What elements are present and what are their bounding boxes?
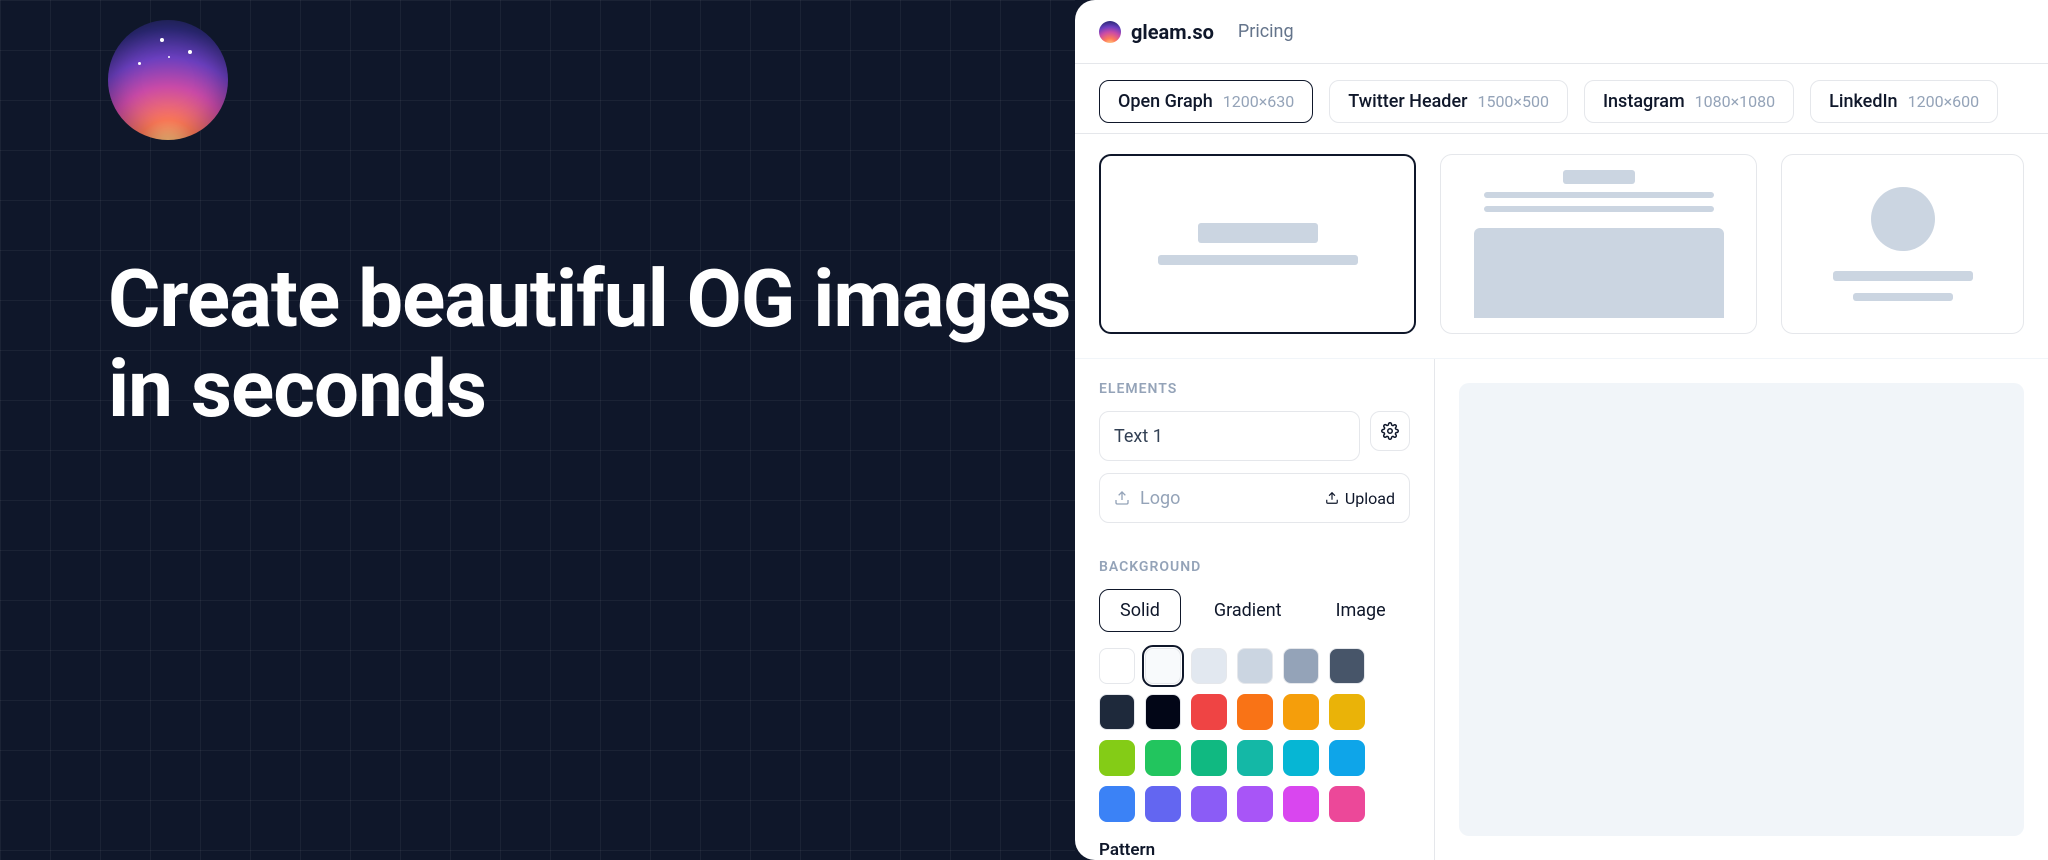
gear-icon	[1381, 422, 1399, 440]
pattern-label: Pattern	[1099, 840, 1410, 860]
color-swatch[interactable]	[1283, 648, 1319, 684]
color-swatch[interactable]	[1191, 648, 1227, 684]
color-swatch[interactable]	[1329, 786, 1365, 822]
size-tab-dimensions: 1080×1080	[1695, 92, 1775, 111]
color-swatch[interactable]	[1191, 786, 1227, 822]
placeholder-block	[1474, 228, 1724, 318]
color-swatch[interactable]	[1145, 786, 1181, 822]
template-card-3[interactable]	[1781, 154, 2024, 334]
placeholder-circle	[1871, 187, 1935, 251]
bg-tab-solid[interactable]: Solid	[1099, 589, 1181, 632]
color-swatch[interactable]	[1145, 740, 1181, 776]
preview-canvas[interactable]	[1459, 383, 2024, 836]
color-swatch[interactable]	[1191, 740, 1227, 776]
color-swatch[interactable]	[1145, 694, 1181, 730]
upload-icon	[1325, 491, 1339, 505]
bg-tab-gradient[interactable]: Gradient	[1193, 589, 1303, 632]
topbar: gleam.so Pricing	[1075, 0, 2048, 64]
color-swatch[interactable]	[1329, 740, 1365, 776]
placeholder-bar	[1198, 223, 1318, 243]
upload-icon	[1114, 490, 1130, 506]
size-tab-twitter-header[interactable]: Twitter Header 1500×500	[1329, 80, 1568, 123]
app-panel: gleam.so Pricing Open Graph 1200×630 Twi…	[1075, 0, 2048, 860]
element-logo-label: Logo	[1140, 488, 1315, 509]
color-swatch[interactable]	[1237, 648, 1273, 684]
brand[interactable]: gleam.so	[1099, 20, 1214, 44]
bg-tab-image[interactable]: Image	[1315, 589, 1407, 632]
size-tab-linkedin[interactable]: LinkedIn 1200×600	[1810, 80, 1998, 123]
color-swatch[interactable]	[1099, 786, 1135, 822]
color-swatch[interactable]	[1283, 786, 1319, 822]
background-tabs: Solid Gradient Image	[1099, 589, 1410, 632]
size-tab-dimensions: 1200×630	[1223, 92, 1294, 111]
size-tab-label: Twitter Header	[1348, 91, 1467, 112]
template-card-1[interactable]	[1099, 154, 1416, 334]
size-tab-open-graph[interactable]: Open Graph 1200×630	[1099, 80, 1313, 123]
element-text-row[interactable]: Text 1	[1099, 411, 1360, 461]
nav-pricing[interactable]: Pricing	[1238, 21, 1294, 42]
hero-panel: Create beautiful OG images in seconds	[0, 0, 1075, 860]
upload-action[interactable]: Upload	[1325, 489, 1395, 508]
color-swatch[interactable]	[1329, 694, 1365, 730]
size-tab-dimensions: 1500×500	[1477, 92, 1548, 111]
size-tab-label: Instagram	[1603, 91, 1685, 112]
placeholder-bar	[1833, 271, 1973, 281]
color-swatch[interactable]	[1237, 786, 1273, 822]
size-tab-label: Open Graph	[1118, 91, 1213, 112]
placeholder-bar	[1484, 192, 1714, 198]
brand-logo-icon	[1099, 21, 1121, 43]
color-swatch[interactable]	[1237, 740, 1273, 776]
placeholder-bar	[1484, 206, 1714, 212]
upload-label: Upload	[1345, 489, 1395, 508]
color-swatches	[1099, 648, 1410, 822]
template-card-2[interactable]	[1440, 154, 1757, 334]
hero-headline: Create beautiful OG images in seconds	[108, 255, 1075, 434]
color-swatch[interactable]	[1237, 694, 1273, 730]
placeholder-bar	[1853, 293, 1953, 301]
template-row	[1075, 134, 2048, 359]
color-swatch[interactable]	[1329, 648, 1365, 684]
brand-name: gleam.so	[1131, 20, 1214, 44]
element-logo-row[interactable]: Logo Upload	[1099, 473, 1410, 523]
placeholder-bar	[1563, 170, 1635, 184]
background-section-label: Background	[1099, 559, 1410, 575]
placeholder-bar	[1158, 255, 1358, 265]
size-tab-label: LinkedIn	[1829, 91, 1897, 112]
color-swatch[interactable]	[1099, 694, 1135, 730]
sidebar: Elements Text 1 Logo Upload Background	[1075, 359, 1435, 860]
hero-logo-orb	[108, 20, 228, 140]
color-swatch[interactable]	[1099, 740, 1135, 776]
color-swatch[interactable]	[1283, 694, 1319, 730]
element-settings-button[interactable]	[1370, 411, 1410, 451]
color-swatch[interactable]	[1191, 694, 1227, 730]
size-tab-dimensions: 1200×600	[1908, 92, 1979, 111]
workspace: Elements Text 1 Logo Upload Background	[1075, 359, 2048, 860]
size-tabs: Open Graph 1200×630 Twitter Header 1500×…	[1075, 64, 2048, 134]
element-text-label: Text 1	[1114, 426, 1345, 447]
size-tab-instagram[interactable]: Instagram 1080×1080	[1584, 80, 1794, 123]
color-swatch[interactable]	[1283, 740, 1319, 776]
elements-section-label: Elements	[1099, 381, 1410, 397]
canvas-area	[1435, 359, 2048, 860]
color-swatch[interactable]	[1145, 648, 1181, 684]
color-swatch[interactable]	[1099, 648, 1135, 684]
